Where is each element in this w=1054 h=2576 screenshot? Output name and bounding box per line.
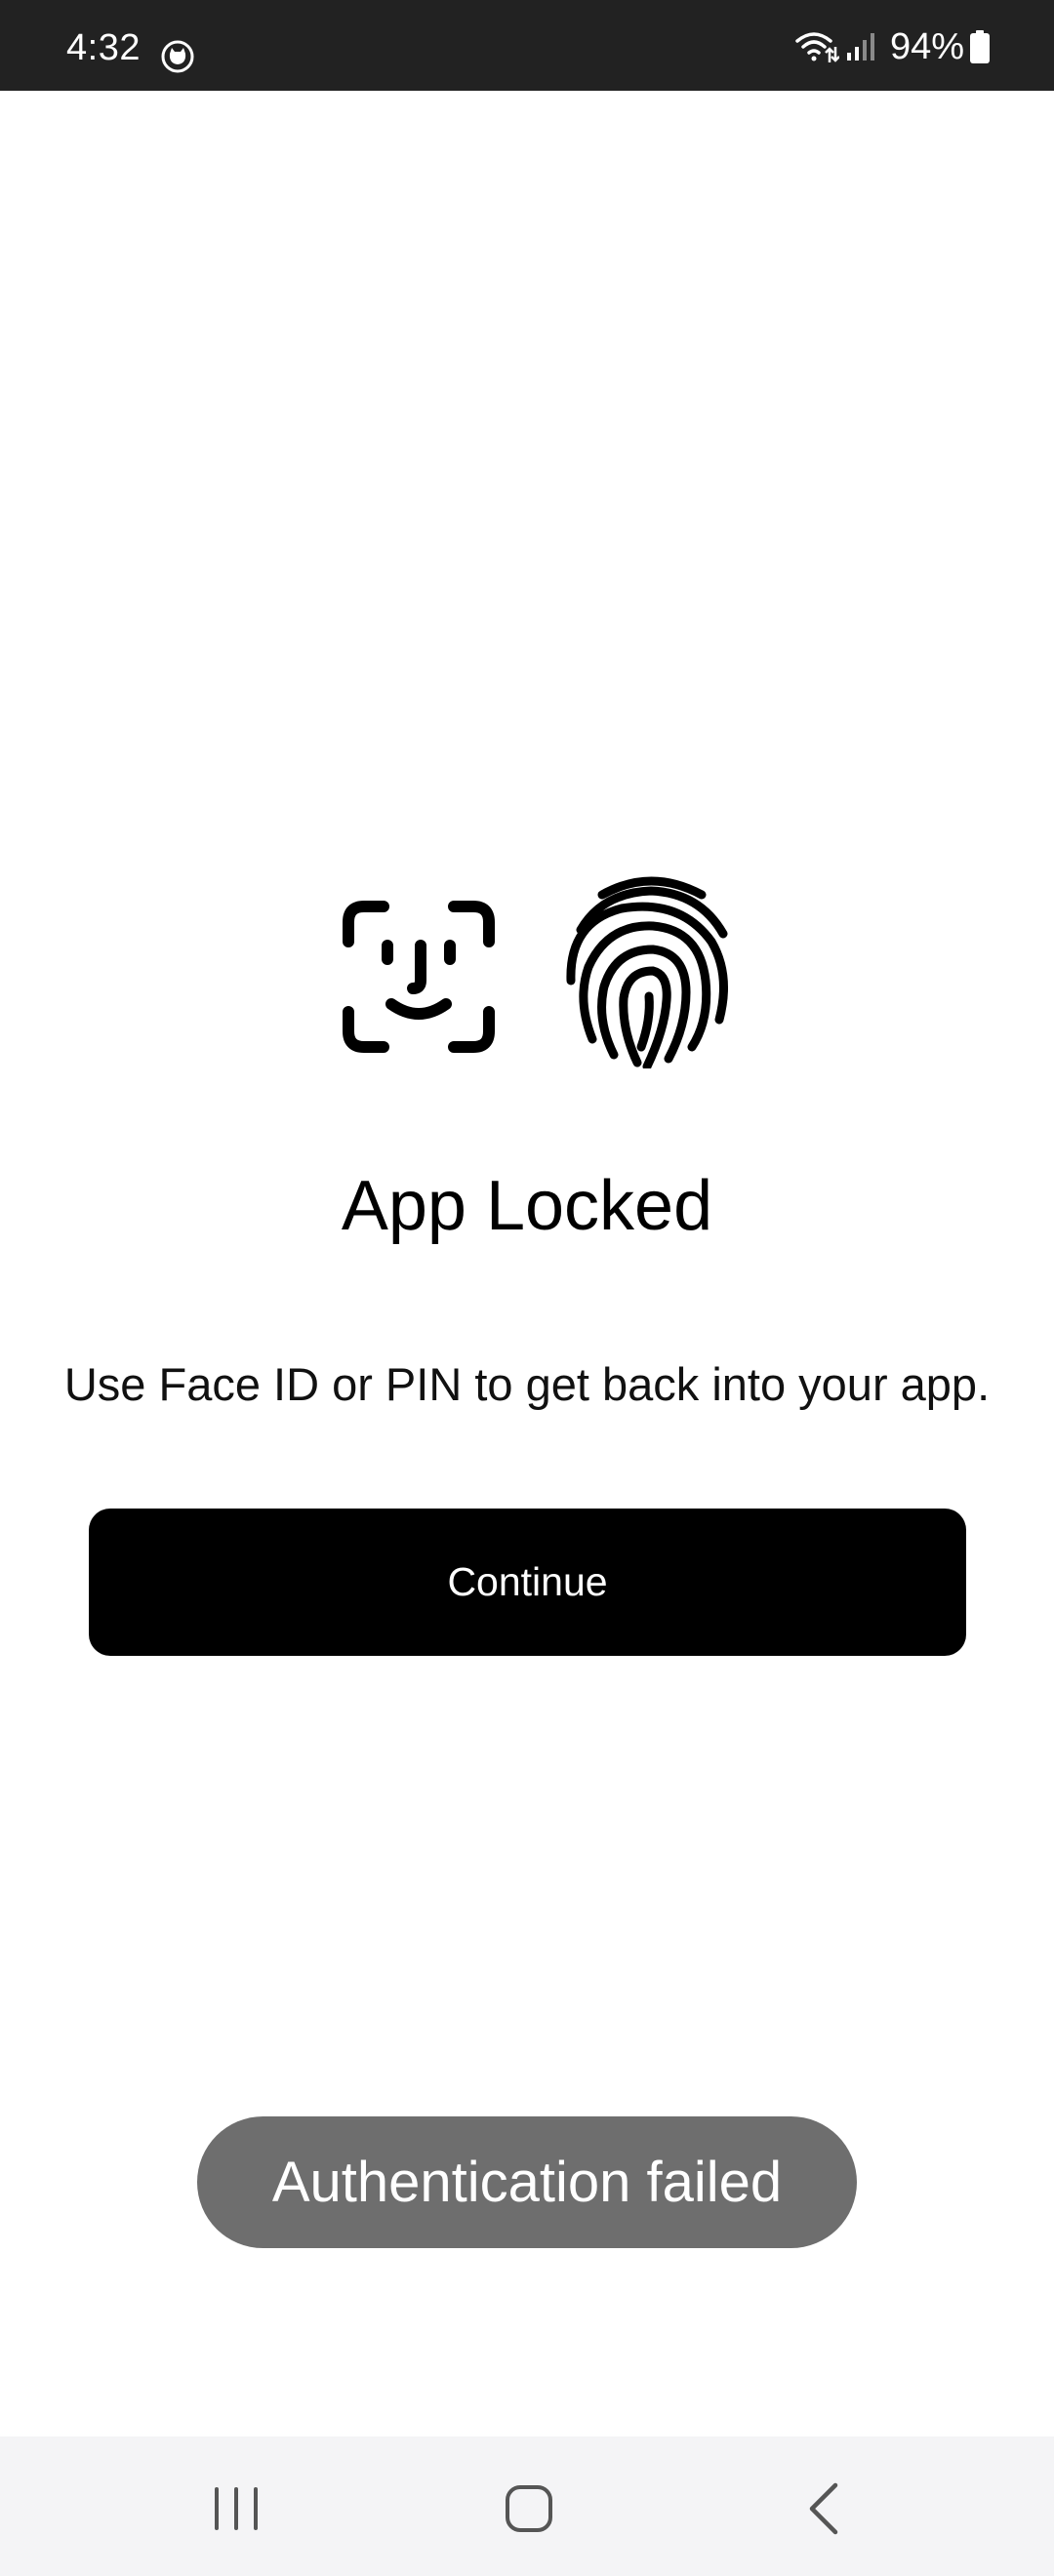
toast-text: Authentication failed	[271, 2151, 783, 2214]
wifi-icon	[795, 32, 839, 62]
fingerprint-icon	[566, 876, 728, 1068]
app-locked-screen: 4:32 94% App Locked Use Face ID or PIN t…	[0, 0, 1054, 2576]
navigation-bar	[0, 2436, 1054, 2576]
battery-icon	[970, 30, 990, 63]
biometric-icons	[0, 873, 1054, 1078]
status-bar: 4:32 94%	[0, 0, 1054, 91]
page-title: App Locked	[341, 1167, 713, 1245]
cat-face-icon	[161, 40, 194, 73]
back-icon[interactable]	[800, 2479, 849, 2538]
continue-button-label: Continue	[447, 1559, 608, 1604]
battery-percentage: 94%	[889, 26, 964, 67]
toast-message: Authentication failed	[197, 2116, 857, 2248]
home-icon[interactable]	[498, 2479, 560, 2538]
page-subtitle: Use Face ID or PIN to get back into your…	[63, 1358, 991, 1410]
continue-button[interactable]: Continue	[89, 1509, 966, 1656]
face-id-icon	[343, 901, 495, 1053]
recents-icon[interactable]	[205, 2485, 267, 2532]
status-indicators: 94%	[794, 27, 990, 66]
status-time: 4:32	[66, 27, 141, 68]
signal-icon	[846, 33, 874, 60]
